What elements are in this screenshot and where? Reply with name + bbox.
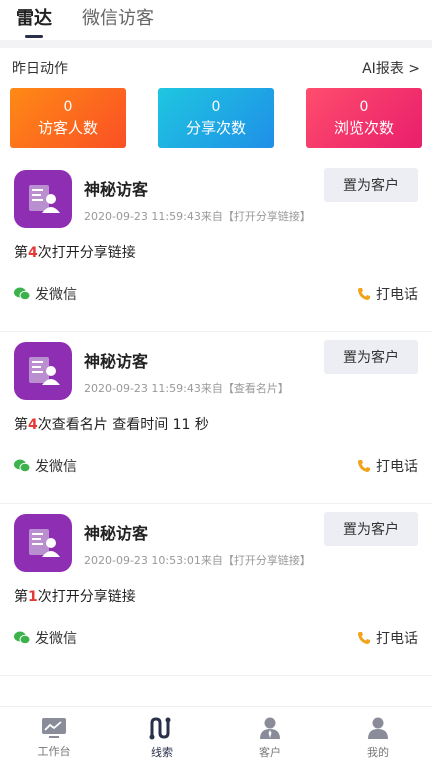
- action-count: 4: [28, 417, 38, 433]
- action-prefix: 第: [14, 245, 28, 261]
- stat-views-value: 0: [359, 99, 369, 115]
- call-button[interactable]: 打电话: [357, 628, 418, 648]
- visitor-avatar-icon: [14, 342, 72, 400]
- set-as-client-button[interactable]: 置为客户: [324, 168, 418, 202]
- nav-mine[interactable]: 我的: [324, 707, 432, 768]
- stat-shares[interactable]: 0 分享次数: [158, 88, 274, 148]
- nav-leads[interactable]: 线索: [108, 707, 216, 768]
- action-suffix: 次查看名片 查看时间 11 秒: [37, 417, 209, 433]
- nav-clients[interactable]: 客户: [216, 707, 324, 768]
- phone-icon: [358, 288, 370, 300]
- tab-radar[interactable]: 雷达: [16, 4, 52, 40]
- stat-visitors-value: 0: [63, 99, 73, 115]
- send-wechat-label: 发微信: [35, 287, 77, 303]
- set-as-client-button[interactable]: 置为客户: [324, 512, 418, 546]
- top-tabs: 雷达 微信访客: [0, 0, 432, 40]
- action-suffix: 次打开分享链接: [37, 589, 136, 605]
- section-divider: [0, 40, 432, 48]
- call-label: 打电话: [376, 287, 418, 303]
- action-count: 4: [28, 245, 38, 261]
- stat-shares-value: 0: [211, 99, 221, 115]
- set-as-client-button[interactable]: 置为客户: [324, 340, 418, 374]
- call-button[interactable]: 打电话: [357, 284, 418, 304]
- visit-meta: 2020-09-23 10:53:01来自【打开分享链接】: [84, 554, 311, 567]
- visit-action: 第4次查看名片 查看时间 11 秒: [14, 414, 418, 434]
- visit-action: 第1次打开分享链接: [14, 586, 418, 606]
- stat-views[interactable]: 0 浏览次数: [306, 88, 422, 148]
- nav-clients-label: 客户: [259, 745, 281, 759]
- send-wechat-button[interactable]: 发微信: [14, 284, 77, 304]
- visitor-avatar-icon: [14, 514, 72, 572]
- wechat-icon: [14, 631, 30, 645]
- visitor-feed: 神秘访客 2020-09-23 11:59:43来自【打开分享链接】 置为客户 …: [0, 160, 432, 676]
- nav-workbench[interactable]: 工作台: [0, 707, 108, 768]
- send-wechat-label: 发微信: [35, 631, 77, 647]
- call-label: 打电话: [376, 631, 418, 647]
- call-label: 打电话: [376, 459, 418, 475]
- stat-shares-label: 分享次数: [185, 119, 246, 137]
- monitor-chart-icon: [42, 717, 66, 738]
- action-suffix: 次打开分享链接: [37, 245, 136, 261]
- send-wechat-button[interactable]: 发微信: [14, 628, 77, 648]
- summary-title: 昨日动作: [12, 61, 68, 77]
- app-page: 雷达 微信访客 昨日动作 AI报表 > 0 访客人数 0 分享次数 0 浏览次数: [0, 0, 432, 768]
- stats-row: 0 访客人数 0 分享次数 0 浏览次数: [0, 88, 432, 148]
- action-prefix: 第: [14, 589, 28, 605]
- action-count: 1: [28, 589, 38, 605]
- bottom-nav: 工作台 线索 客户 我的: [0, 706, 432, 768]
- user-icon: [368, 717, 388, 739]
- send-wechat-label: 发微信: [35, 459, 77, 475]
- ai-report-link[interactable]: AI报表 >: [362, 58, 420, 78]
- visitor-avatar-icon: [14, 170, 72, 228]
- action-prefix: 第: [14, 417, 28, 433]
- visit-action: 第4次打开分享链接: [14, 242, 418, 262]
- nav-workbench-label: 工作台: [37, 744, 71, 758]
- visitor-card: 神秘访客 2020-09-23 10:53:01来自【打开分享链接】 置为客户 …: [0, 504, 432, 676]
- tab-wechat-visitors[interactable]: 微信访客: [82, 4, 154, 40]
- visitor-card: 神秘访客 2020-09-23 11:59:43来自【查看名片】 置为客户 第4…: [0, 332, 432, 504]
- visit-meta: 2020-09-23 11:59:43来自【打开分享链接】: [84, 210, 311, 223]
- summary-header: 昨日动作 AI报表 >: [0, 48, 432, 88]
- nav-mine-label: 我的: [367, 745, 389, 759]
- stat-views-label: 浏览次数: [333, 119, 394, 137]
- user-tie-icon: [260, 717, 280, 739]
- nav-leads-label: 线索: [151, 745, 173, 759]
- send-wechat-button[interactable]: 发微信: [14, 456, 77, 476]
- visitor-card: 神秘访客 2020-09-23 11:59:43来自【打开分享链接】 置为客户 …: [0, 160, 432, 332]
- stat-visitors-label: 访客人数: [37, 119, 98, 137]
- stat-visitors[interactable]: 0 访客人数: [10, 88, 126, 148]
- phone-icon: [358, 632, 370, 644]
- wechat-icon: [14, 287, 30, 301]
- call-button[interactable]: 打电话: [357, 456, 418, 476]
- wechat-icon: [14, 459, 30, 473]
- route-icon: [149, 716, 171, 739]
- phone-icon: [358, 460, 370, 472]
- visit-meta: 2020-09-23 11:59:43来自【查看名片】: [84, 382, 289, 395]
